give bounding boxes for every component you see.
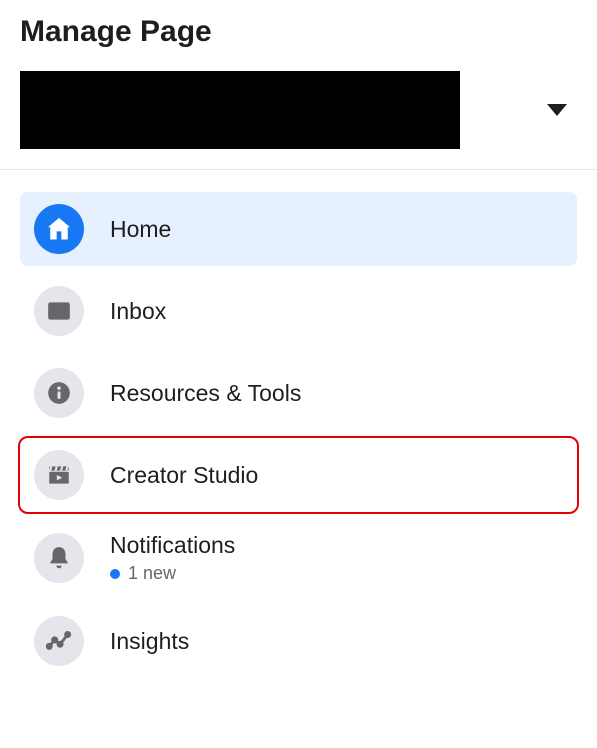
nav-list: Home Inbox Resources & Tools — [20, 192, 577, 678]
dot-icon — [110, 569, 120, 579]
page-selector[interactable] — [20, 71, 577, 149]
nav-label: Home — [110, 216, 171, 243]
insights-icon — [34, 616, 84, 666]
nav-label: Insights — [110, 628, 189, 655]
info-icon — [34, 368, 84, 418]
page-name-redacted — [20, 71, 460, 149]
badge-text: 1 new — [128, 563, 176, 584]
divider — [0, 169, 597, 170]
nav-label: Creator Studio — [110, 462, 258, 489]
clapper-icon — [34, 450, 84, 500]
nav-item-notifications[interactable]: Notifications 1 new — [20, 520, 577, 596]
page-title: Manage Page — [20, 15, 577, 49]
home-icon — [34, 204, 84, 254]
nav-label: Inbox — [110, 298, 166, 325]
chevron-down-icon — [547, 104, 567, 116]
inbox-icon — [34, 286, 84, 336]
notification-badge: 1 new — [110, 563, 235, 584]
nav-item-insights[interactable]: Insights — [20, 604, 577, 678]
bell-icon — [34, 533, 84, 583]
nav-item-creator-studio[interactable]: Creator Studio — [20, 438, 577, 512]
nav-label: Resources & Tools — [110, 380, 301, 407]
nav-item-home[interactable]: Home — [20, 192, 577, 266]
nav-item-inbox[interactable]: Inbox — [20, 274, 577, 348]
nav-label: Notifications — [110, 532, 235, 559]
nav-item-resources[interactable]: Resources & Tools — [20, 356, 577, 430]
